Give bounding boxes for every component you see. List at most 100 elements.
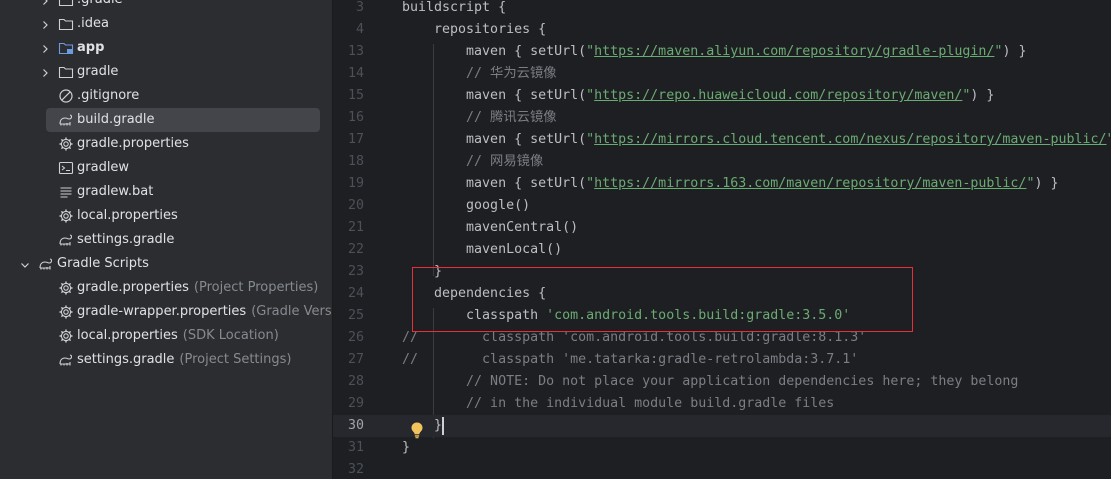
- tree-item-label: .gitignore: [77, 88, 140, 103]
- code-text: // in the individual module build.gradle…: [402, 396, 835, 411]
- code-line[interactable]: 15 maven { setUrl("https://repo.huaweicl…: [333, 85, 1111, 107]
- tree-item[interactable]: gradlew.bat: [0, 180, 332, 204]
- gradle-elephant-icon: [58, 112, 74, 128]
- tree-item[interactable]: local.properties (SDK Location): [0, 324, 332, 348]
- tree-item[interactable]: build.gradle: [0, 108, 332, 132]
- line-number: 13: [347, 44, 364, 59]
- code-text: // NOTE: Do not place your application d…: [402, 374, 1019, 389]
- line-number: 26: [347, 330, 364, 345]
- line-number: 31: [347, 440, 364, 455]
- tree-item-label: settings.gradle (Project Settings): [77, 352, 292, 367]
- line-number: 14: [347, 66, 364, 81]
- code-text: // classpath 'me.tatarka:gradle-retrolam…: [402, 352, 859, 367]
- tree-item[interactable]: gradle-wrapper.properties(Gradle Version…: [0, 300, 332, 324]
- code-text: }: [402, 440, 411, 455]
- line-number: 19: [347, 176, 364, 191]
- line-number: 15: [347, 88, 364, 103]
- code-line[interactable]: 32: [333, 459, 1111, 479]
- tree-item-label: settings.gradle: [77, 232, 175, 247]
- code-line[interactable]: 30 }: [333, 415, 1111, 437]
- tree-item-label: .gradle: [77, 0, 123, 8]
- tree-item-hint: (SDK Location): [182, 328, 279, 343]
- code-text: maven { setUrl("https://mirrors.163.com/…: [402, 176, 1059, 191]
- code-line[interactable]: 17 maven { setUrl("https://mirrors.cloud…: [333, 129, 1111, 151]
- settings-gear-icon: [58, 304, 74, 320]
- tree-item-label: local.properties: [77, 208, 178, 223]
- lightbulb-intention-icon[interactable]: [409, 421, 425, 439]
- tree-item[interactable]: .gitignore: [0, 84, 332, 108]
- tree-item-hint: (Project Properties): [193, 280, 319, 295]
- code-line[interactable]: 13 maven { setUrl("https://maven.aliyun.…: [333, 41, 1111, 63]
- folder-icon: [58, 16, 74, 32]
- folder-icon: [58, 0, 74, 8]
- tree-item-hint: (Project Settings): [179, 352, 292, 367]
- chevron-right-icon[interactable]: [40, 43, 50, 53]
- code-line[interactable]: 21 mavenCentral(): [333, 217, 1111, 239]
- line-number: 23: [347, 264, 364, 279]
- tree-item[interactable]: settings.gradle: [0, 228, 332, 252]
- line-number: 28: [347, 374, 364, 389]
- tree-item[interactable]: gradle.properties (Project Properties): [0, 276, 332, 300]
- line-number: 22: [347, 242, 364, 257]
- text-caret: [442, 417, 444, 435]
- tree-item-label: build.gradle: [77, 112, 155, 127]
- code-line[interactable]: 14 // 华为云镜像: [333, 63, 1111, 85]
- code-line[interactable]: 3 buildscript {: [333, 0, 1111, 19]
- folder-icon: [58, 64, 74, 80]
- code-line[interactable]: 19 maven { setUrl("https://mirrors.163.c…: [333, 173, 1111, 195]
- code-text: // 腾讯云镜像: [402, 110, 557, 125]
- tree-item[interactable]: gradle: [0, 60, 332, 84]
- chevron-down-icon[interactable]: [20, 259, 30, 269]
- code-text: maven { setUrl("https://maven.aliyun.com…: [402, 44, 1027, 59]
- tree-item-label: gradle.properties: [77, 136, 189, 151]
- code-text: maven { setUrl("https://repo.huaweicloud…: [402, 88, 995, 103]
- tree-item[interactable]: Gradle Scripts: [0, 252, 332, 276]
- code-line[interactable]: 18 // 网易镜像: [333, 151, 1111, 173]
- highlight-annotation-box: [412, 267, 913, 332]
- settings-gear-icon: [58, 208, 74, 224]
- tree-item[interactable]: local.properties: [0, 204, 332, 228]
- line-number: 27: [347, 352, 364, 367]
- project-tree-panel: .gradle .idea app gradle .gitignore build.gra…: [0, 0, 332, 479]
- tree-item[interactable]: gradlew: [0, 156, 332, 180]
- code-text: mavenLocal(): [402, 242, 563, 257]
- tree-item-label: gradlew: [77, 160, 130, 175]
- gradle-elephant-icon: [38, 256, 54, 272]
- line-number: 24: [347, 286, 364, 301]
- line-number: 21: [347, 220, 364, 235]
- line-number: 20: [347, 198, 364, 213]
- code-text: buildscript {: [402, 0, 507, 15]
- code-line[interactable]: 4 repositories {: [333, 19, 1111, 41]
- chevron-right-icon[interactable]: [40, 67, 50, 77]
- code-line[interactable]: 20 google(): [333, 195, 1111, 217]
- tree-item[interactable]: gradle.properties: [0, 132, 332, 156]
- code-line[interactable]: 16 // 腾讯云镜像: [333, 107, 1111, 129]
- code-line[interactable]: 22 mavenLocal(): [333, 239, 1111, 261]
- chevron-right-icon[interactable]: [40, 19, 50, 29]
- settings-gear-icon: [58, 280, 74, 296]
- line-number: 30: [347, 418, 364, 433]
- module-folder-icon: [58, 40, 74, 56]
- chevron-right-icon[interactable]: [40, 0, 50, 5]
- terminal-icon: [58, 160, 74, 176]
- ignore-file-icon: [58, 88, 74, 104]
- code-editor[interactable]: 3 buildscript {4 repositories {13 maven {…: [333, 0, 1111, 479]
- tree-item-label: gradle-wrapper.properties(Gradle Version…: [77, 304, 332, 320]
- tree-item-label: app: [77, 40, 105, 55]
- tree-item[interactable]: app: [0, 36, 332, 60]
- line-number: 18: [347, 154, 364, 169]
- tree-item[interactable]: .idea: [0, 12, 332, 36]
- code-line[interactable]: 27 // classpath 'me.tatarka:gradle-retrol…: [333, 349, 1111, 371]
- code-text: mavenCentral(): [402, 220, 579, 235]
- code-line[interactable]: 28 // NOTE: Do not place your applicatio…: [333, 371, 1111, 393]
- tree-item-label: gradle.properties (Project Properties): [77, 280, 319, 295]
- settings-gear-icon: [58, 328, 74, 344]
- tree-item[interactable]: .gradle: [0, 0, 332, 12]
- code-line[interactable]: 31}: [333, 437, 1111, 459]
- tree-item[interactable]: settings.gradle (Project Settings): [0, 348, 332, 372]
- code-text: repositories {: [402, 22, 547, 37]
- code-line[interactable]: 29 // in the individual module build.gra…: [333, 393, 1111, 415]
- line-number: 17: [347, 132, 364, 147]
- tree-item-label: .idea: [77, 16, 109, 31]
- gradle-elephant-icon: [58, 352, 74, 368]
